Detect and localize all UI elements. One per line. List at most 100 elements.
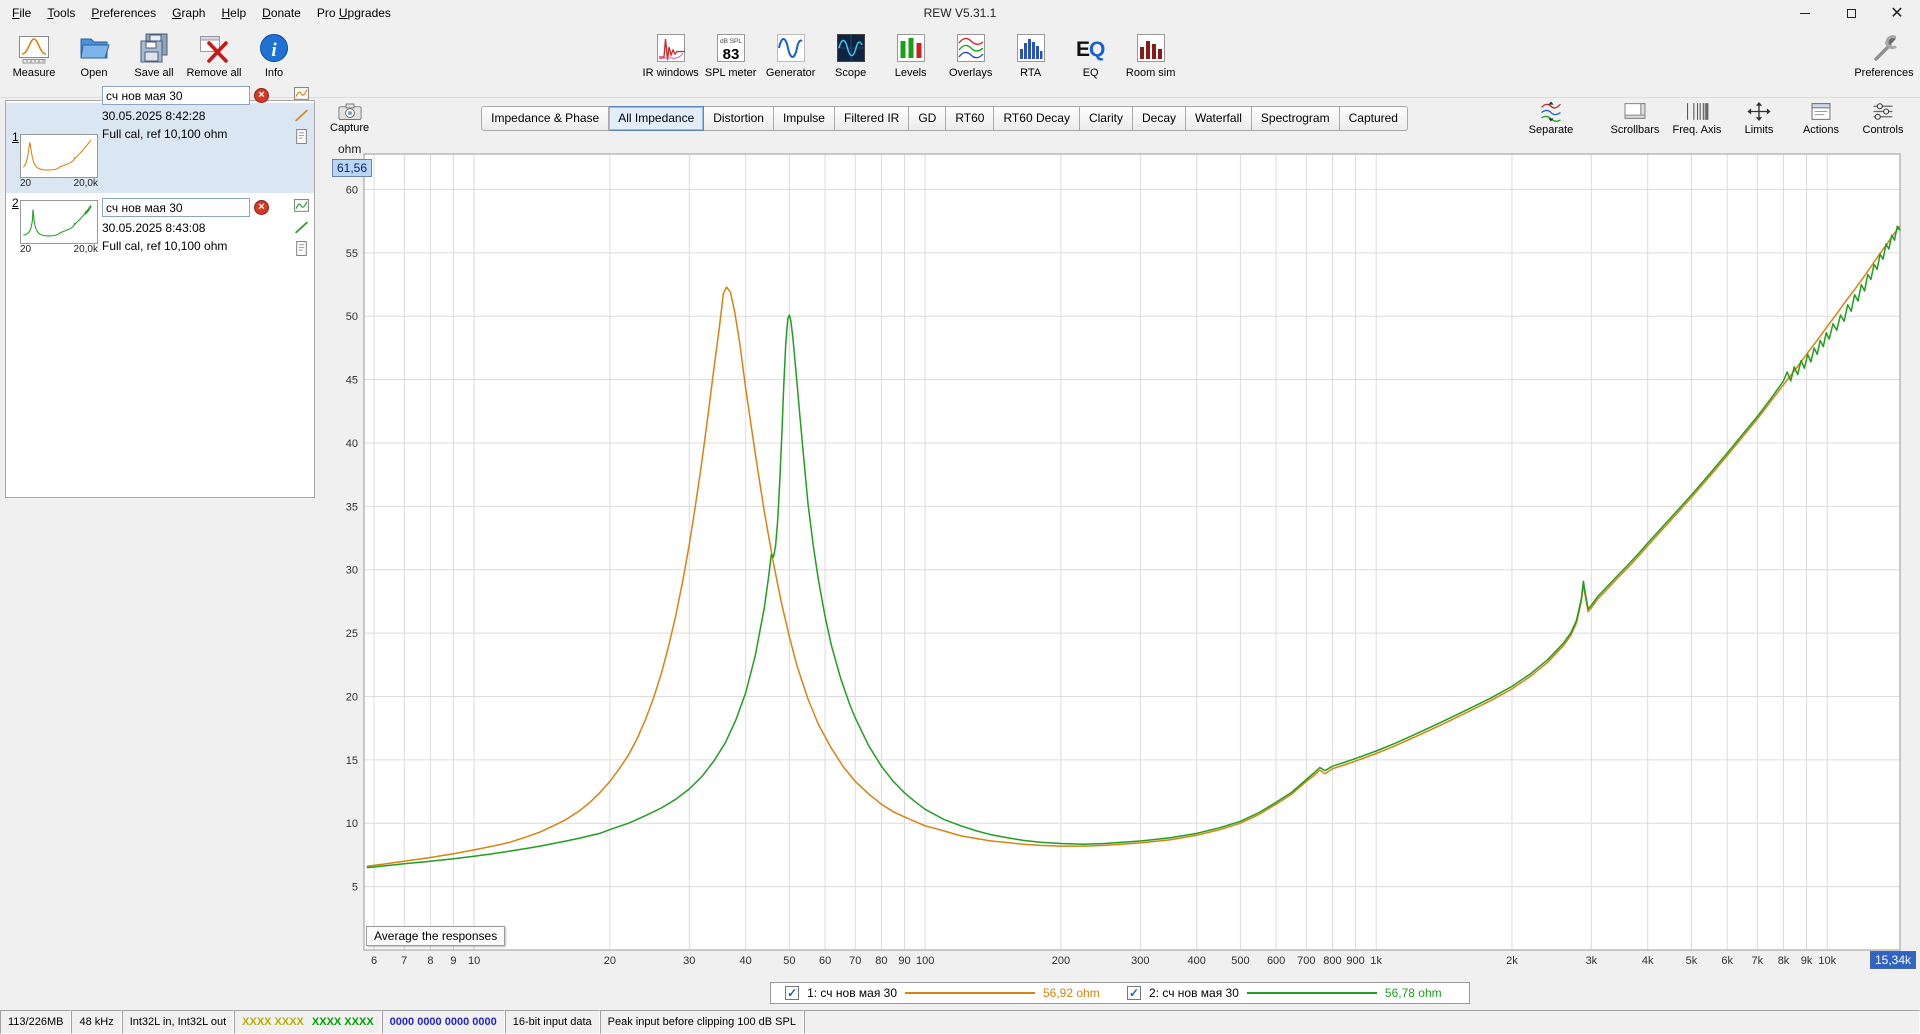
graph-tabs: Impedance & Phase All Impedance Distortion… [481, 105, 1408, 131]
measurement-card-2[interactable]: 2 20 20,0k × 30.05.2025 8:43:08 Full cal, ref… [6, 193, 314, 260]
close-button[interactable]: ✕ [1874, 0, 1920, 26]
svg-text:70: 70 [849, 955, 861, 967]
toolbar-save-all-button[interactable]: Save all [124, 28, 184, 81]
toolbar-eq-button[interactable]: E Q EQ [1061, 28, 1121, 81]
tab-impulse[interactable]: Impulse [773, 105, 835, 131]
svg-text:7: 7 [401, 955, 407, 967]
graph-tab-row: Capture Impedance & Phase All Impedance Di… [320, 98, 1920, 138]
toolbar-button-label: Remove all [186, 67, 242, 79]
legend-checkbox-2[interactable]: ✓ [1127, 986, 1141, 1000]
separate-icon [1538, 101, 1564, 122]
menu-file[interactable]: File [4, 1, 39, 25]
svg-text:10: 10 [346, 818, 358, 830]
toolbar-rta-button[interactable]: RTA [1001, 28, 1061, 81]
measurement-name-input[interactable] [102, 198, 250, 217]
legend-trace-value: 56,92 ohm [1043, 986, 1100, 1000]
svg-text:dB SPL: dB SPL [720, 38, 742, 45]
graphtool-freq-axis-button[interactable]: Freq. Axis [1666, 99, 1728, 138]
y-axis-unit-label: ohm [338, 142, 362, 156]
measurement-name-input[interactable] [102, 86, 250, 105]
measurement-icons-column [292, 197, 310, 256]
menu-donate[interactable]: Donate [254, 1, 309, 25]
measurement-graph-button[interactable] [293, 199, 309, 214]
toolbar-info-button[interactable]: i Info [244, 28, 304, 81]
maximize-button[interactable] [1828, 0, 1874, 26]
measurement-panel: Collapse « 12020,0k×30.05.2025 8:42:28Fu… [5, 86, 315, 498]
legend-checkbox-1[interactable]: ✓ [785, 986, 800, 1000]
toolbar-remove-all-button[interactable]: Remove all [184, 28, 244, 81]
tab-rt60[interactable]: RT60 [946, 105, 995, 131]
toolbar-button-label: RTA [1020, 67, 1042, 79]
menu-tools[interactable]: Tools [39, 1, 83, 25]
delete-measurement-button[interactable]: × [254, 200, 269, 215]
tab-rt60-decay[interactable]: RT60 Decay [994, 105, 1080, 131]
tab-clarity[interactable]: Clarity [1079, 105, 1133, 131]
measurement-cal-info: Full cal, ref 10,100 ohm [102, 127, 228, 141]
trace-color-button[interactable] [294, 108, 309, 123]
toolbar-spl-meter-button[interactable]: dB SPL 83 SPL meter [701, 28, 761, 81]
svg-text:900: 900 [1346, 955, 1364, 967]
toolbar-button-label: Open [80, 67, 108, 79]
toolbar-preferences-button[interactable]: Preferences [1854, 28, 1914, 81]
minimize-button[interactable] [1782, 0, 1828, 26]
svg-text:40: 40 [346, 438, 358, 450]
delete-measurement-button[interactable]: × [254, 88, 269, 103]
svg-text:83: 83 [722, 46, 739, 63]
trace-color-button[interactable] [294, 220, 309, 235]
svg-text:E: E [1076, 38, 1090, 61]
svg-text:4k: 4k [1642, 955, 1654, 967]
toolbar-generator-button[interactable]: Generator [761, 28, 821, 81]
impedance-chart[interactable]: 5 10 15 20 25 30 35 40 45 50 55 60 6 7 8 9 10 20 30 40 50 60 7… [320, 138, 1920, 976]
legend-trace-line [905, 992, 1035, 994]
measurement-card-1[interactable]: 1 20 20,0k × 30.05.2025 8:42:28 Full cal, ref… [6, 86, 314, 193]
toolbar-button-label: Measure [12, 67, 56, 79]
input-bits-yellow: XXXX XXXX [242, 1016, 304, 1028]
tab-filtered-ir[interactable]: Filtered IR [834, 105, 910, 131]
measurement-thumbnail-column: 2 20 20,0k [10, 196, 102, 256]
measurement-info-column: × 30.05.2025 8:42:28 Full cal, ref 10,100 … [102, 85, 292, 189]
thumbnail-freq-range: 20 20,0k [20, 244, 98, 255]
y-axis-readout[interactable]: 61,56 [332, 159, 373, 177]
toolbar-room-sim-button[interactable]: Room sim [1121, 28, 1181, 81]
measurement-notes-button[interactable] [294, 241, 309, 256]
measure-icon [18, 32, 50, 64]
graphtool-label: Actions [1802, 123, 1840, 136]
scope-icon [835, 32, 867, 64]
impedance-graph-area: 5 10 15 20 25 30 35 40 45 50 55 60 6 7 8 9 10 20 30 40 50 60 7… [320, 138, 1920, 976]
remove-all-icon [198, 32, 230, 64]
svg-text:2k: 2k [1506, 955, 1518, 967]
tab-gd[interactable]: GD [909, 105, 947, 131]
svg-text:800: 800 [1323, 955, 1341, 967]
tab-all-impedance[interactable]: All Impedance [609, 105, 705, 131]
menu-preferences[interactable]: Preferences [83, 1, 164, 25]
graphtool-limits-button[interactable]: Limits [1728, 99, 1790, 138]
toolbar-levels-button[interactable]: Levels [881, 28, 941, 81]
toolbar-measure-button[interactable]: Measure [4, 28, 64, 81]
graphtool-separate-button[interactable]: Separate [1520, 99, 1582, 138]
status-memory: 113/226MB [0, 1010, 72, 1034]
average-responses-button[interactable]: Average the responses [366, 926, 506, 946]
graphtool-actions-button[interactable]: Actions [1790, 99, 1852, 138]
capture-button[interactable]: Capture [330, 102, 369, 134]
x-axis-readout[interactable]: 15,34k [1869, 951, 1916, 969]
menu-graph[interactable]: Graph [164, 1, 213, 25]
legend-trace-line [1246, 992, 1377, 994]
menu-help[interactable]: Help [213, 1, 254, 25]
toolbar-scope-button[interactable]: Scope [821, 28, 881, 81]
measurement-notes-button[interactable] [294, 129, 309, 144]
tab-captured[interactable]: Captured [1339, 105, 1408, 131]
toolbar-ir-windows-button[interactable]: IR windows [641, 28, 701, 81]
measurement-graph-button[interactable] [293, 87, 309, 102]
tab-spectrogram[interactable]: Spectrogram [1251, 105, 1340, 131]
graphtool-scrollbars-button[interactable]: Scrollbars [1604, 99, 1666, 138]
tab-impedance-phase[interactable]: Impedance & Phase [481, 105, 610, 131]
toolbar-open-button[interactable]: Open [64, 28, 124, 81]
preferences-icon [1868, 32, 1900, 64]
tab-decay[interactable]: Decay [1132, 105, 1186, 131]
svg-text:200: 200 [1052, 955, 1070, 967]
menu-pro-upgrades[interactable]: Pro Upgrades [309, 1, 399, 25]
tab-waterfall[interactable]: Waterfall [1186, 105, 1252, 131]
graphtool-controls-button[interactable]: Controls [1852, 99, 1914, 138]
toolbar-overlays-button[interactable]: Overlays [941, 28, 1001, 81]
tab-distortion[interactable]: Distortion [704, 105, 774, 131]
